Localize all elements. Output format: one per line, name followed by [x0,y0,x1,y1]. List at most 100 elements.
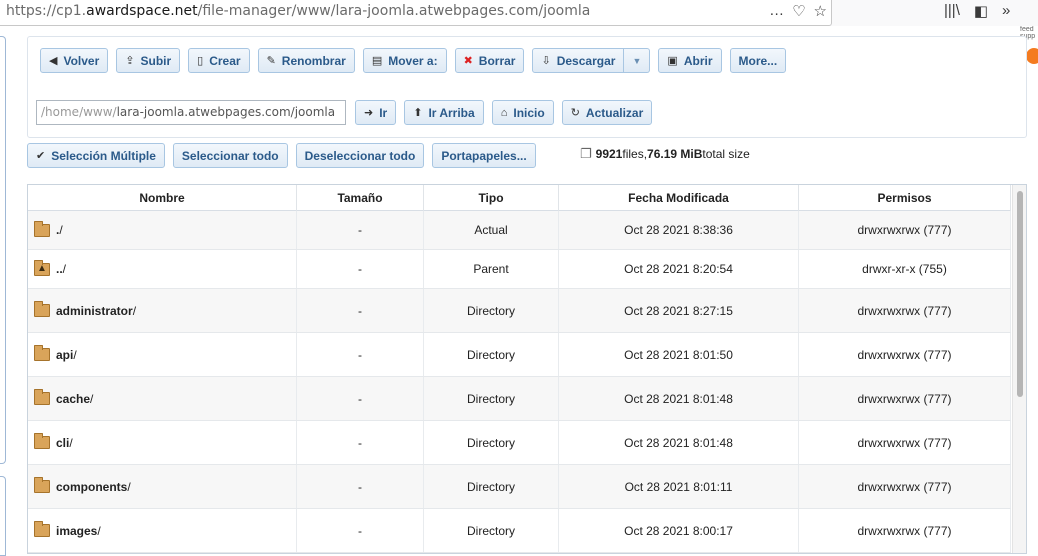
support-ball-icon[interactable] [1026,48,1038,64]
scrollbar-thumb[interactable] [1017,191,1023,397]
open-label: Abrir [683,53,713,68]
url-prefix: https://cp1. [6,3,87,19]
table-row[interactable]: images / - Directory Oct 28 2021 8:00:17 drwx… [28,509,1011,553]
overflow-menu-icon[interactable]: » [1002,2,1010,20]
cell-name[interactable]: cache / [28,377,297,420]
table-row[interactable]: cli / - Directory Oct 28 2021 8:01:48 drwxrwx… [28,421,1011,465]
rename-button[interactable]: ✎ Renombrar [257,48,355,73]
open-button[interactable]: ▣ Abrir [658,48,722,73]
move-icon: ▤ [371,55,383,67]
cell-name[interactable]: . / [28,211,297,249]
file-name[interactable]: images [56,524,97,538]
cell-type: Directory [424,509,559,552]
cell-size: - [297,289,424,332]
file-name[interactable]: .. [56,262,63,276]
sidebar-icon[interactable]: ◧ [974,2,988,20]
file-name[interactable]: api [56,348,73,362]
cell-type: Parent [424,250,559,288]
home-label: Inicio [513,105,545,120]
files-stack-icon: ❐ [580,146,592,161]
refresh-button[interactable]: ↻ Actualizar [561,100,653,125]
table-row[interactable]: cache / - Directory Oct 28 2021 8:01:48 drwxr… [28,377,1011,421]
refresh-icon: ↻ [570,107,580,119]
library-icon[interactable]: |||\ [944,2,960,20]
cell-permissions: drwxrwxrwx (777) [799,509,1011,552]
download-dropdown-chevron-icon[interactable]: ▼ [624,48,651,73]
cell-size: - [297,377,424,420]
header-permissions[interactable]: Permisos [799,185,1011,211]
folder-icon [34,389,50,405]
page-actions-icon[interactable]: … [769,2,784,20]
cell-name[interactable]: images / [28,509,297,552]
cell-permissions: drwxrwxrwx (777) [799,211,1011,249]
address-bar[interactable]: https://cp1.awardspace.net/file-manager/… [0,0,832,26]
path-prefix: /home/www/ [41,105,117,119]
file-name[interactable]: administrator [56,304,133,318]
upload-button[interactable]: ⇪ Subir [116,48,181,73]
clipboard-button[interactable]: Portapapeles... [432,143,536,168]
download-icon: ⇩ [541,55,551,67]
cell-date: Oct 28 2021 8:20:54 [559,250,799,288]
arrow-left-icon: ◀ [49,55,58,67]
cell-type: Directory [424,289,559,332]
header-date[interactable]: Fecha Modificada [559,185,799,211]
header-name[interactable]: Nombre [28,185,297,211]
move-button[interactable]: ▤ Mover a: [362,48,447,73]
back-button[interactable]: ◀ Volver [40,48,109,73]
file-name[interactable]: cache [56,392,90,406]
header-size[interactable]: Tamaño [297,185,424,211]
open-file-icon: ▣ [667,55,678,67]
cell-permissions: drwxrwxrwx (777) [799,377,1011,420]
cell-date: Oct 28 2021 8:01:50 [559,333,799,376]
table-row[interactable]: ../-ParentOct 28 2021 8:20:54drwxr-xr-x … [28,250,1011,289]
more-button[interactable]: More... [729,48,787,73]
create-button[interactable]: ▯ Crear [188,48,250,73]
select-all-button[interactable]: Seleccionar todo [172,143,288,168]
go-up-button[interactable]: ⬆ Ir Arriba [404,100,484,125]
cell-date: Oct 28 2021 8:01:11 [559,465,799,508]
file-name[interactable]: cli [56,436,69,450]
pocket-icon[interactable]: ♡ [792,2,805,20]
cell-size: - [297,465,424,508]
deselect-all-button[interactable]: Deseleccionar todo [295,143,425,168]
table-header: Nombre Tamaño Tipo Fecha Modificada Perm… [28,185,1011,211]
upload-icon: ⇪ [125,55,135,67]
download-button[interactable]: ⇩ Descargar [532,48,625,73]
table-row[interactable]: administrator / - Directory Oct 28 2021 8:27… [28,289,1011,333]
multi-select-button[interactable]: ✔ Selección Múltiple [27,143,165,168]
table-row[interactable]: . / - Actual Oct 28 2021 8:38:36 drwxrwxrwx (… [28,211,1011,250]
bookmark-star-icon[interactable]: ☆ [814,2,827,20]
table-scrollbar[interactable] [1012,185,1026,553]
go-button[interactable]: ➜ Ir [355,100,397,125]
address-url[interactable]: https://cp1.awardspace.net/file-manager/… [6,3,590,19]
back-label: Volver [63,53,100,68]
directory-stats: ❐ 9921 files, 76.19 MiB total size [580,146,750,162]
action-toolbar: ◀ Volver ⇪ Subir ▯ Crear ✎ Renombrar ▤ Mover … [40,48,794,73]
cell-name[interactable]: administrator / [28,289,297,332]
table-row[interactable]: api / - Directory Oct 28 2021 8:01:50 drwxrwx… [28,333,1011,377]
delete-button[interactable]: ✖ Borrar [454,48,525,73]
cell-date: Oct 28 2021 8:01:48 [559,377,799,420]
cell-name[interactable]: components / [28,465,297,508]
left-panel-edge-lower [0,476,6,556]
go-label: Ir [379,105,388,120]
table-body: . / - Actual Oct 28 2021 8:38:36 drwxrwxrwx (… [28,211,1011,553]
path-input[interactable]: /home/www/lara-joomla.atwebpages.com/joo… [36,100,346,125]
cell-name[interactable]: api / [28,333,297,376]
check-icon: ✔ [36,150,46,162]
parent-folder-icon [34,259,50,276]
header-type[interactable]: Tipo [424,185,559,211]
name-slash: / [73,347,77,362]
folder-icon [34,433,50,449]
cell-name[interactable]: cli / [28,421,297,464]
pencil-icon: ✎ [266,55,276,67]
home-button[interactable]: ⌂ Inicio [491,100,554,125]
files-label: files, [622,147,648,161]
download-split-button: ⇩ Descargar ▼ [532,48,651,73]
cell-type: Directory [424,465,559,508]
new-file-icon: ▯ [197,55,204,67]
table-row[interactable]: components / - Directory Oct 28 2021 8:01:11… [28,465,1011,509]
file-name[interactable]: components [56,480,127,494]
cell-permissions: drwxrwxrwx (777) [799,421,1011,464]
cell-name[interactable]: ../ [28,250,297,288]
